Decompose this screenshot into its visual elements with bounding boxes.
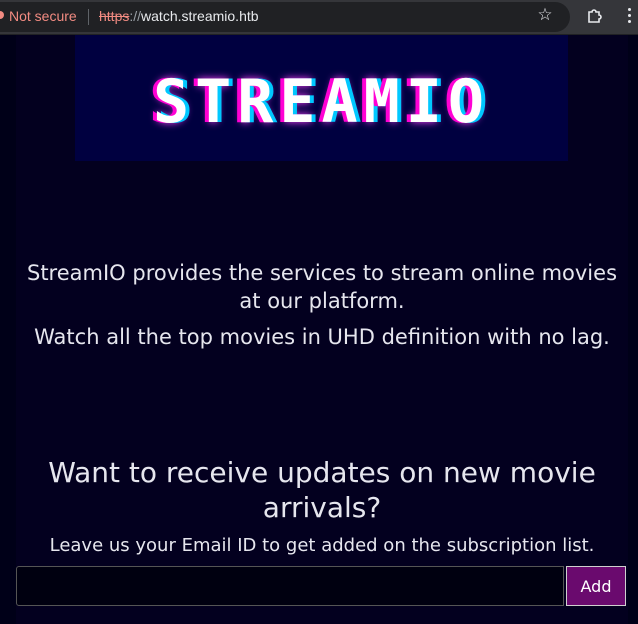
subscribe-subtitle: Leave us your Email ID to get added on t… [49,535,595,556]
logo-banner: STREAMIO [75,35,568,161]
extensions-icon[interactable] [585,6,605,26]
browser-toolbar: Not secure https://watch.streamio.htb ☆ [0,0,638,35]
page-content: STREAMIO StreamIO provides the services … [16,35,628,624]
intro-line-2: Watch all the top movies in UHD definiti… [34,325,610,349]
menu-icon[interactable] [626,6,632,26]
email-field[interactable] [16,566,564,606]
security-indicator[interactable]: Not secure [9,8,77,24]
url-host: watch.streamio.htb [141,8,259,24]
url-scheme: https [99,8,130,24]
address-bar[interactable] [0,2,570,32]
intro-line-1: StreamIO provides the services to stream… [26,261,618,313]
intro-section: StreamIO provides the services to stream… [16,259,628,359]
address-separator [88,9,89,25]
subscribe-heading: Want to receive updates on new movie arr… [48,456,596,524]
url-slashes: :// [129,8,142,24]
logo: STREAMIO [153,67,490,137]
add-button[interactable]: Add [566,566,626,606]
star-icon[interactable]: ☆ [536,6,554,24]
url-text[interactable]: https://watch.streamio.htb [99,8,259,24]
